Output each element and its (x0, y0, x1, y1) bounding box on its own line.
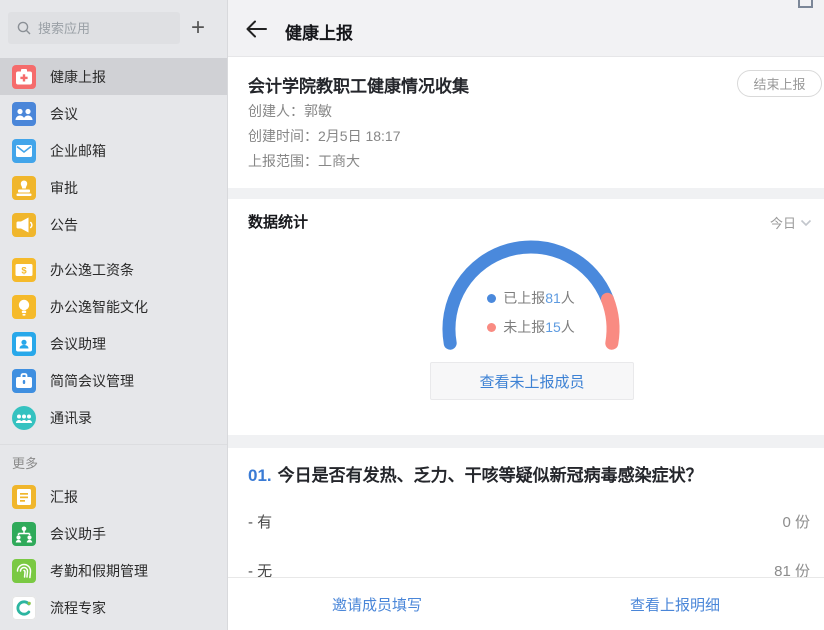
letter-c-icon (12, 596, 36, 620)
question-text: 今日是否有发热、乏力、干咳等疑似新冠病毒感染症状？ (278, 466, 703, 485)
legend-item: 未上报15人 (487, 317, 575, 337)
stats-section-title: 数据统计 (248, 211, 308, 232)
gauge-legend: 已上报81人未上报15人 (419, 288, 643, 337)
sidebar-item-label: 考勤和假期管理 (50, 561, 148, 581)
payslip-icon: $ (12, 258, 36, 282)
svg-text:$: $ (21, 265, 27, 276)
search-input[interactable] (8, 12, 180, 44)
sidebar-item-contacts[interactable]: 通讯录 (0, 399, 227, 436)
report-meta-line: 创建时间：2月5日 18:17 (248, 124, 401, 149)
sidebar-item-label: 企业邮箱 (50, 141, 106, 161)
stamp-icon (12, 176, 36, 200)
date-range-dropdown[interactable]: 今日 (770, 213, 812, 232)
legend-dot-icon (487, 294, 496, 303)
sidebar-item-megaphone[interactable]: 公告 (0, 206, 227, 243)
sidebar-item-label: 办公逸智能文化 (50, 297, 148, 317)
legend-dot-icon (487, 323, 496, 332)
report-meta: 创建人：郭敏创建时间：2月5日 18:17上报范围：工商大 (248, 99, 401, 174)
report-meta-line: 创建人：郭敏 (248, 99, 401, 124)
app-sidebar: + 健康上报会议企业邮箱审批公告 $ 办公逸工资条办公逸智能文化会议助理简简会议管理… (0, 0, 228, 630)
sidebar-item-mail[interactable]: 企业邮箱 (0, 132, 227, 169)
contacts-icon (12, 406, 36, 430)
sidebar-group: 更多汇报会议助手考勤和假期管理流程专家年会 (0, 444, 227, 630)
sidebar-item-label: 审批 (50, 178, 78, 198)
sidebar-item-stamp[interactable]: 审批 (0, 169, 227, 206)
report-meta-line: 上报范围：工商大 (248, 149, 401, 174)
section-divider (228, 188, 824, 199)
sidebar-item-label: 健康上报 (50, 67, 106, 87)
org-people-icon (12, 522, 36, 546)
idcard-icon (12, 332, 36, 356)
sidebar-more-label: 更多 (0, 444, 227, 478)
app-window: + 健康上报会议企业邮箱审批公告 $ 办公逸工资条办公逸智能文化会议助理简简会议管理… (0, 0, 824, 630)
legend-text: 已上报81人 (503, 288, 575, 308)
report-title: 会计学院教职工健康情况收集 (248, 72, 469, 97)
sidebar-group: 健康上报会议企业邮箱审批公告 (0, 58, 227, 243)
sidebar-item-label: 会议 (50, 104, 78, 124)
back-icon[interactable] (242, 16, 270, 42)
sidebar-item-briefcase[interactable]: 简简会议管理 (0, 362, 227, 399)
section-divider (228, 435, 824, 448)
add-app-button[interactable]: + (180, 12, 216, 44)
sidebar-nav: 健康上报会议企业邮箱审批公告 $ 办公逸工资条办公逸智能文化会议助理简简会议管理通讯… (0, 58, 227, 630)
bulb-icon (12, 295, 36, 319)
fingerprint-icon (12, 559, 36, 583)
report-doc-icon (12, 485, 36, 509)
sidebar-item-label: 会议助理 (50, 334, 106, 354)
view-unreported-button[interactable]: 查看未上报成员 (430, 362, 634, 400)
sidebar-group: $ 办公逸工资条办公逸智能文化会议助理简简会议管理通讯录 (0, 251, 227, 436)
window-panel-icon[interactable] (798, 0, 813, 8)
sidebar-item-payslip[interactable]: $ 办公逸工资条 (0, 251, 227, 288)
sidebar-item-fingerprint[interactable]: 考勤和假期管理 (0, 552, 227, 589)
legend-item: 已上报81人 (487, 288, 575, 308)
sidebar-item-idcard[interactable]: 会议助理 (0, 325, 227, 362)
option-count: 0 份 (782, 511, 810, 532)
sidebar-item-medkit[interactable]: 健康上报 (0, 58, 227, 95)
sidebar-item-label: 汇报 (50, 487, 78, 507)
search-box (8, 12, 180, 44)
legend-text: 未上报15人 (503, 317, 575, 337)
sidebar-item-label: 简简会议管理 (50, 371, 134, 391)
sidebar-item-report-doc[interactable]: 汇报 (0, 478, 227, 515)
bottom-action-bar: 邀请成员填写 查看上报明细 (228, 577, 824, 630)
medkit-icon (12, 65, 36, 89)
invite-members-button[interactable]: 邀请成员填写 (332, 594, 422, 615)
sidebar-item-label: 办公逸工资条 (50, 260, 134, 280)
option-row: - 有 0 份 (248, 511, 810, 532)
sidebar-item-label: 公告 (50, 215, 78, 235)
sidebar-search-row: + (0, 0, 227, 44)
briefcase-icon (12, 369, 36, 393)
sidebar-item-label: 流程专家 (50, 598, 106, 618)
question-title: 01. 今日是否有发热、乏力、干咳等疑似新冠病毒感染症状？ (248, 464, 808, 488)
option-label: - 有 (248, 511, 272, 532)
date-range-label: 今日 (770, 213, 796, 232)
chevron-down-icon (800, 219, 812, 227)
sidebar-item-label: 会议助手 (50, 524, 106, 544)
megaphone-icon (12, 213, 36, 237)
sidebar-item-org-people[interactable]: 会议助手 (0, 515, 227, 552)
question-number: 01. (248, 466, 272, 485)
meeting-people-icon (12, 102, 36, 126)
end-report-button[interactable]: 结束上报 (737, 70, 822, 97)
main-panel: 健康上报 会计学院教职工健康情况收集 结束上报 创建人：郭敏创建时间：2月5日 … (228, 0, 824, 630)
sidebar-item-label: 通讯录 (50, 408, 92, 428)
sidebar-item-bulb[interactable]: 办公逸智能文化 (0, 288, 227, 325)
mail-icon (12, 139, 36, 163)
sidebar-item-stage[interactable]: 年会 (0, 626, 227, 630)
main-header: 健康上报 (228, 0, 824, 57)
sidebar-item-meeting-people[interactable]: 会议 (0, 95, 227, 132)
sidebar-item-letter-c[interactable]: 流程专家 (0, 589, 227, 626)
view-report-detail-button[interactable]: 查看上报明细 (630, 594, 720, 615)
search-icon (16, 20, 32, 36)
page-title: 健康上报 (285, 19, 353, 44)
